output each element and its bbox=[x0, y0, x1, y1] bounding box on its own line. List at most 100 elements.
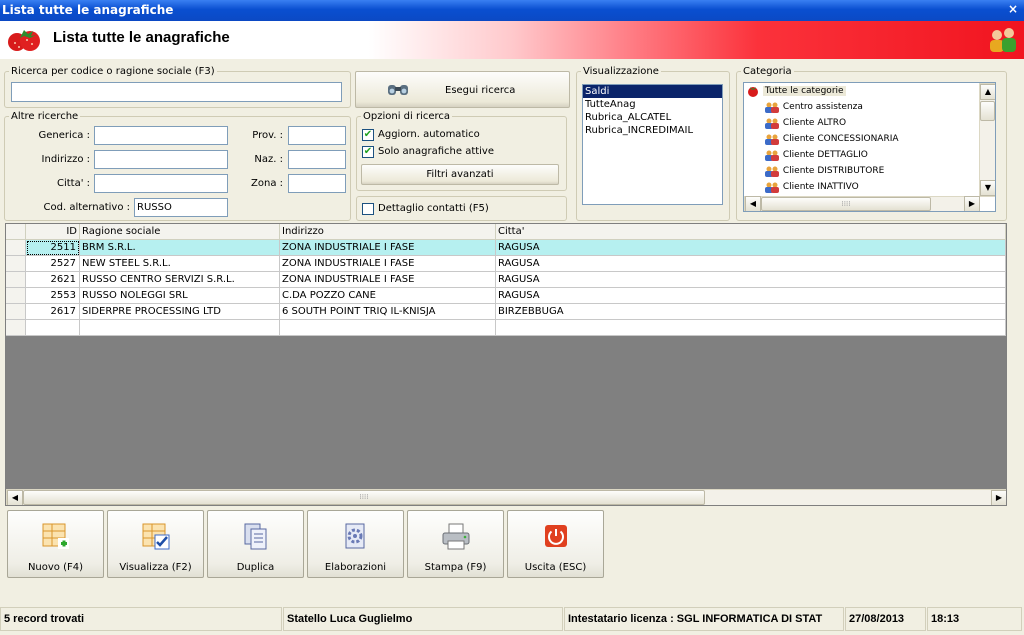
strawberry-icon bbox=[748, 86, 758, 97]
column-header-citta[interactable]: Citta' bbox=[496, 224, 1006, 240]
category-item[interactable]: Cliente DISTRIBUTORE bbox=[764, 163, 884, 179]
category-vscroll-thumb[interactable] bbox=[980, 101, 995, 121]
category-hscrollbar[interactable]: ◀ ⁞⁞⁞⁞ ▶ bbox=[744, 196, 980, 211]
scroll-left-arrow-icon[interactable]: ◀ bbox=[7, 490, 23, 505]
cell-indirizzo: ZONA INDUSTRIALE I FASE bbox=[280, 256, 496, 272]
new-button[interactable]: Nuovo (F4) bbox=[7, 510, 104, 578]
results-grid[interactable]: ID Ragione sociale Indirizzo Citta' 2511… bbox=[5, 223, 1007, 506]
search-options-legend: Opzioni di ricerca bbox=[363, 111, 451, 122]
generic-input[interactable] bbox=[94, 126, 228, 145]
window-titlebar: Lista tutte le anagrafiche bbox=[0, 0, 1024, 21]
people-category-icon bbox=[765, 166, 779, 177]
table-row[interactable]: 2511 BRM S.R.L. ZONA INDUSTRIALE I FASE … bbox=[6, 240, 1006, 256]
search-group-legend: Ricerca per codice o ragione sociale (F3… bbox=[11, 66, 215, 77]
print-button-label: Stampa (F9) bbox=[424, 562, 487, 573]
province-label: Prov. : bbox=[252, 130, 283, 141]
row-header bbox=[6, 272, 26, 288]
zone-input[interactable] bbox=[288, 174, 346, 193]
table-row[interactable]: 2617 SIDERPRE PROCESSING LTD 6 SOUTH POI… bbox=[6, 304, 1006, 320]
category-item[interactable]: Cliente DETTAGLIO bbox=[764, 147, 868, 163]
table-row[interactable]: 2621 RUSSO CENTRO SERVIZI S.R.L. ZONA IN… bbox=[6, 272, 1006, 288]
cell-citta: BIRZEBBUGA bbox=[496, 304, 1006, 320]
new-button-label: Nuovo (F4) bbox=[27, 562, 84, 573]
status-date: 27/08/2013 bbox=[845, 607, 926, 631]
cell-indirizzo: C.DA POZZO CANE bbox=[280, 288, 496, 304]
category-item[interactable]: Cliente INATTIVO bbox=[764, 179, 859, 195]
category-hscroll-thumb[interactable]: ⁞⁞⁞⁞ bbox=[761, 197, 931, 211]
cell-id: 2527 bbox=[26, 256, 80, 272]
nation-input[interactable] bbox=[288, 150, 346, 169]
exit-button-label: Uscita (ESC) bbox=[524, 562, 587, 573]
view-legend: Visualizzazione bbox=[583, 66, 659, 77]
alt-code-input[interactable]: RUSSO bbox=[134, 198, 228, 217]
category-item[interactable]: Cliente CONCESSIONARIA bbox=[764, 131, 899, 147]
view-item-rubrica-alcatel[interactable]: Rubrica_ALCATEL bbox=[583, 111, 722, 124]
people-category-icon bbox=[765, 182, 779, 193]
cell-ragione: RUSSO CENTRO SERVIZI S.R.L. bbox=[80, 272, 280, 288]
duplicate-button[interactable]: Duplica bbox=[207, 510, 304, 578]
table-row-new[interactable] bbox=[6, 320, 1006, 336]
category-item-label: Cliente CONCESSIONARIA bbox=[782, 134, 899, 144]
category-item[interactable]: Cliente ALTRO bbox=[764, 115, 846, 131]
cell-indirizzo: ZONA INDUSTRIALE I FASE bbox=[280, 272, 496, 288]
view-item-tutteanag[interactable]: TutteAnag bbox=[583, 98, 722, 111]
row-header-corner bbox=[6, 224, 26, 240]
cell-citta: RAGUSA bbox=[496, 272, 1006, 288]
view-item-rubrica-incredimail[interactable]: Rubrica_INCREDIMAIL bbox=[583, 124, 722, 137]
other-searches-legend: Altre ricerche bbox=[11, 111, 79, 122]
row-header bbox=[6, 320, 26, 336]
category-tree[interactable]: Tutte le categorie Centro assistenza Cli… bbox=[743, 82, 996, 212]
active-only-checkbox[interactable]: ✔ bbox=[362, 146, 374, 158]
scroll-left-arrow-icon[interactable]: ◀ bbox=[745, 196, 761, 211]
exit-button[interactable]: Uscita (ESC) bbox=[507, 510, 604, 578]
duplicate-button-label: Duplica bbox=[236, 562, 275, 573]
view-button[interactable]: Visualizza (F2) bbox=[107, 510, 204, 578]
advanced-filters-button[interactable]: Filtri avanzati bbox=[361, 164, 559, 185]
city-label: Citta' : bbox=[56, 178, 90, 189]
power-icon bbox=[545, 525, 567, 547]
table-row[interactable]: 2553 RUSSO NOLEGGI SRL C.DA POZZO CANE R… bbox=[6, 288, 1006, 304]
scroll-right-arrow-icon[interactable]: ▶ bbox=[991, 490, 1006, 505]
scroll-up-arrow-icon[interactable]: ▲ bbox=[980, 84, 995, 100]
view-button-label: Visualizza (F2) bbox=[119, 562, 192, 573]
grid-hscroll-thumb[interactable]: ⁞⁞⁞⁞ bbox=[23, 490, 705, 505]
contact-detail-checkbox[interactable] bbox=[362, 203, 374, 215]
category-root[interactable]: Tutte le categorie bbox=[746, 83, 846, 99]
processing-button[interactable]: Elaborazioni bbox=[307, 510, 404, 578]
contact-detail-label: Dettaglio contatti (F5) bbox=[378, 203, 489, 214]
table-row[interactable]: 2527 NEW STEEL S.R.L. ZONA INDUSTRIALE I… bbox=[6, 256, 1006, 272]
cell-ragione: SIDERPRE PROCESSING LTD bbox=[80, 304, 280, 320]
grid-hscrollbar[interactable]: ◀ ⁞⁞⁞⁞ ▶ bbox=[6, 489, 1006, 505]
city-input[interactable] bbox=[94, 174, 228, 193]
row-header bbox=[6, 288, 26, 304]
scroll-right-arrow-icon[interactable]: ▶ bbox=[964, 196, 980, 211]
auto-update-checkbox[interactable]: ✔ bbox=[362, 129, 374, 141]
execute-search-button[interactable]: Esegui ricerca bbox=[355, 71, 570, 108]
new-record-icon bbox=[42, 523, 69, 549]
status-user: Statello Luca Guglielmo bbox=[283, 607, 563, 631]
active-only-label: Solo anagrafiche attive bbox=[378, 146, 495, 157]
cell-empty bbox=[26, 320, 80, 336]
category-item[interactable]: Centro assistenza bbox=[764, 99, 863, 115]
category-item-label: Cliente INATTIVO bbox=[782, 182, 859, 192]
category-vscrollbar[interactable]: ▲ ▼ bbox=[979, 83, 995, 197]
auto-update-label: Aggiorn. automatico bbox=[378, 129, 480, 140]
scroll-down-arrow-icon[interactable]: ▼ bbox=[980, 180, 995, 196]
province-input[interactable] bbox=[288, 126, 346, 145]
column-header-ragione[interactable]: Ragione sociale bbox=[80, 224, 280, 240]
row-header bbox=[6, 304, 26, 320]
window-title: Lista tutte le anagrafiche bbox=[2, 3, 174, 17]
category-root-label: Tutte le categorie bbox=[762, 86, 846, 96]
column-header-indirizzo[interactable]: Indirizzo bbox=[280, 224, 496, 240]
view-list[interactable]: Saldi TutteAnag Rubrica_ALCATEL Rubrica_… bbox=[582, 84, 723, 205]
print-button[interactable]: Stampa (F9) bbox=[407, 510, 504, 578]
column-header-id[interactable]: ID bbox=[26, 224, 80, 240]
address-input[interactable] bbox=[94, 150, 228, 169]
search-input[interactable] bbox=[11, 82, 342, 102]
cell-id: 2621 bbox=[26, 272, 80, 288]
view-item-saldi[interactable]: Saldi bbox=[583, 85, 722, 98]
row-header bbox=[6, 256, 26, 272]
execute-search-label: Esegui ricerca bbox=[445, 85, 516, 96]
processing-icon bbox=[345, 523, 365, 549]
close-button[interactable]: × bbox=[1006, 2, 1020, 17]
